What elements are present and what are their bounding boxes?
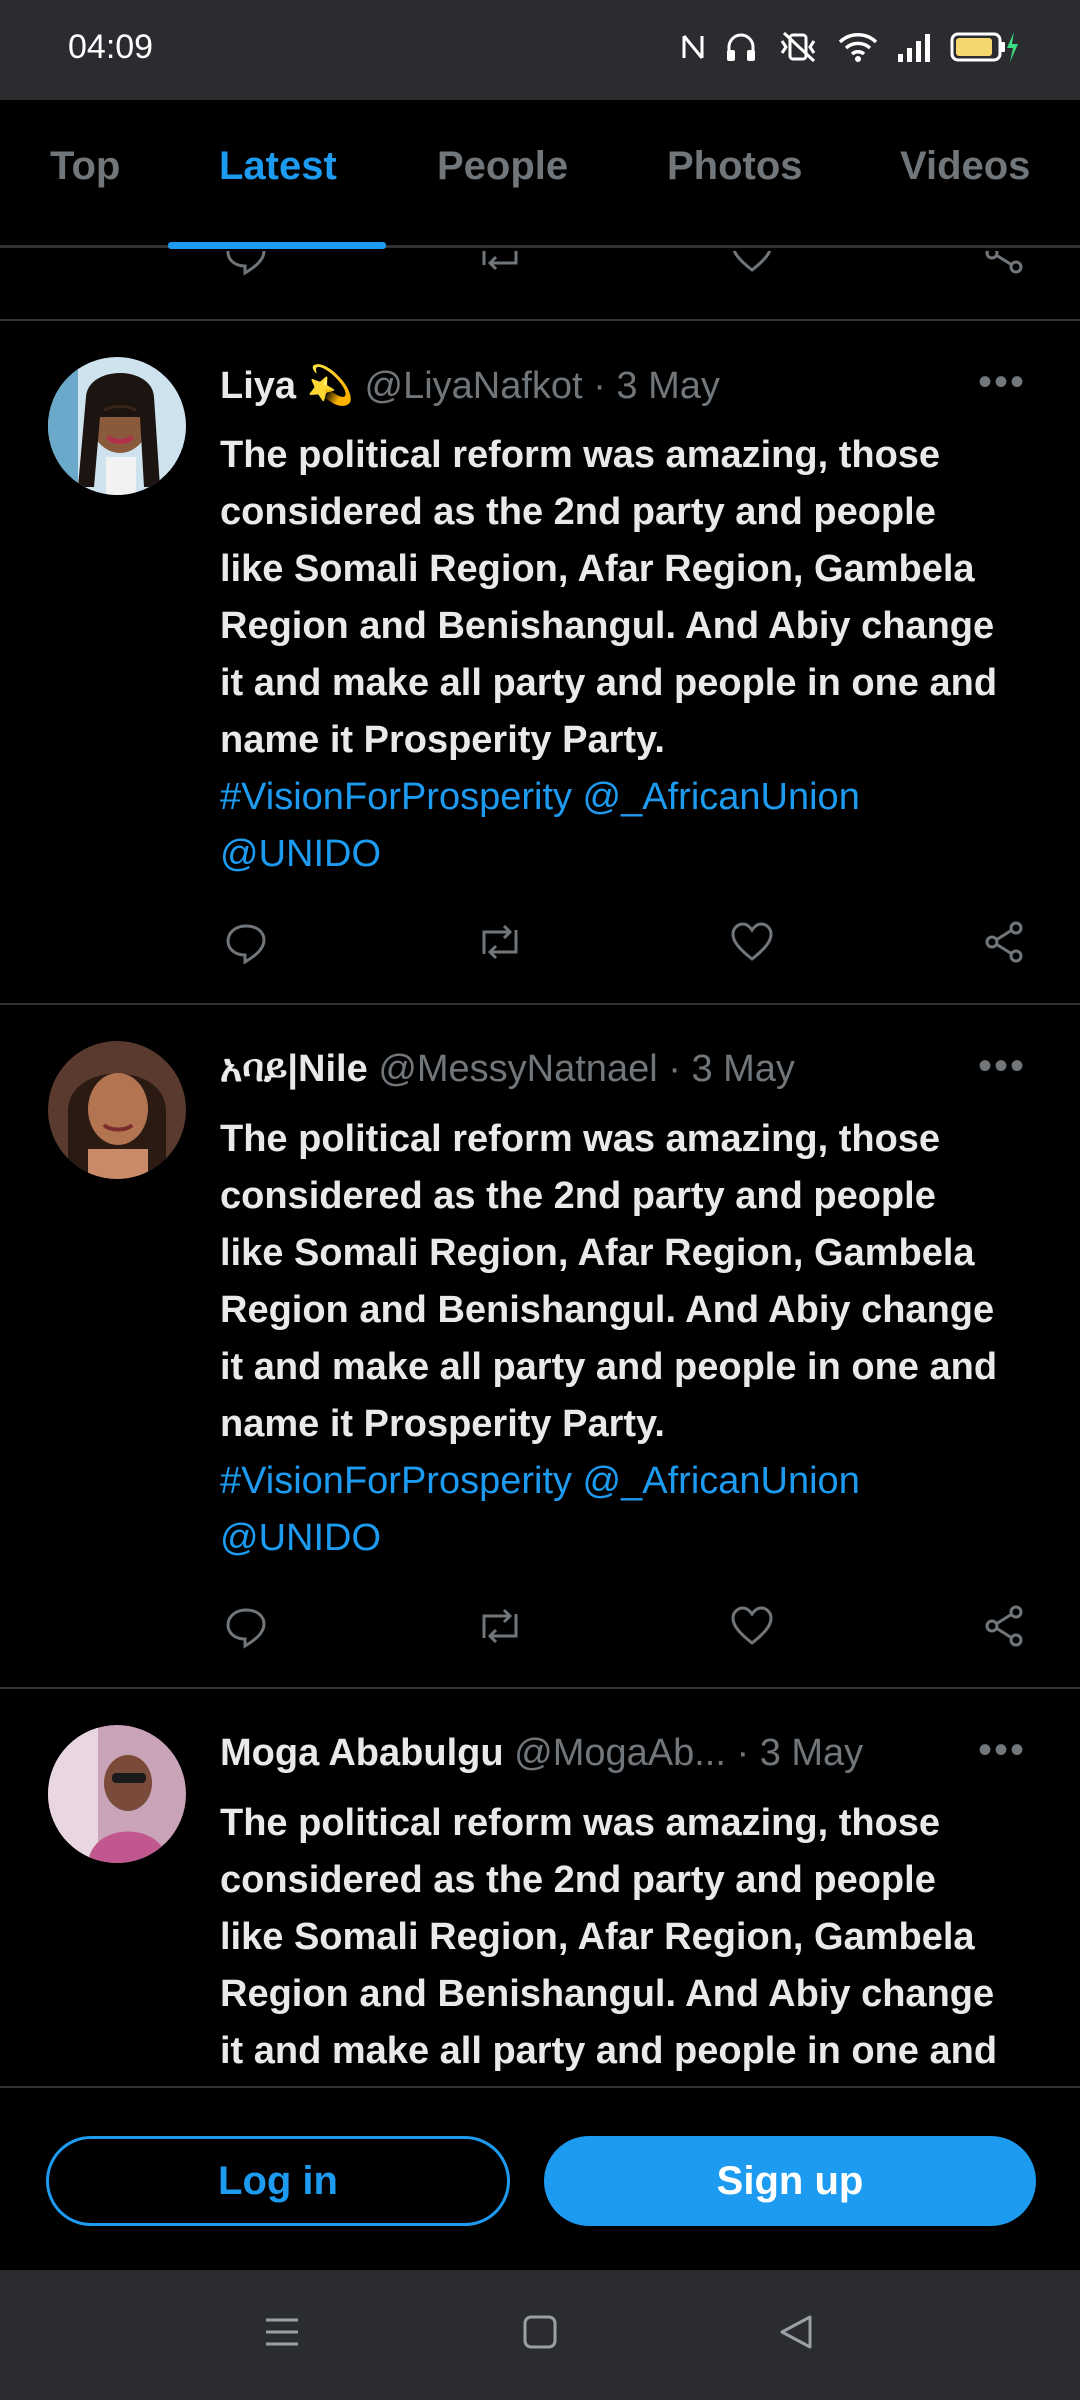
tweet-text-line: Region and Benishangul. And Abiy change	[220, 1973, 995, 2015]
user-handle[interactable]: @LiyaNafkot	[365, 365, 583, 407]
retweet-icon[interactable]	[474, 251, 526, 277]
tweet-text-line: The political reform was amazing, those	[220, 434, 941, 476]
share-icon[interactable]	[980, 251, 1028, 277]
signup-button[interactable]: Sign up	[544, 2136, 1036, 2226]
tweet-text-line: like Somali Region, Afar Region, Gambela	[220, 548, 975, 590]
signal-icon	[898, 34, 930, 62]
hashtag-mention-links[interactable]: #VisionForProsperity @_AfricanUnion	[220, 769, 1040, 826]
tweet-text-line: name it Prosperity Party.	[220, 1403, 665, 1445]
mention-link[interactable]: @UNIDO	[220, 1510, 1040, 1567]
tweet-item[interactable]: Liya 💫 @LiyaNafkot · 3 May ••• The polit…	[0, 324, 1080, 1005]
tweet-text-line: Region and Benishangul. And Abiy change	[220, 605, 995, 647]
tweet-text-line: considered as the 2nd party and people	[220, 1175, 936, 1217]
user-handle[interactable]: @MessyNatnael	[378, 1048, 657, 1090]
tweet-header: አባይ|Nile @MessyNatnael · 3 May	[220, 1048, 795, 1091]
tweet-text-line: it and make all party and people in one …	[220, 2030, 998, 2072]
tweet-text-line: The political reform was amazing, those	[220, 1802, 941, 1844]
tab-top[interactable]: Top	[50, 144, 120, 189]
tab-photos[interactable]: Photos	[667, 144, 803, 189]
more-options-icon[interactable]: •••	[978, 1728, 1026, 1773]
tweet-text: The political reform was amazing, those …	[220, 427, 1040, 883]
tweet-date[interactable]: 3 May	[760, 1732, 863, 1774]
tweet-text-line: like Somali Region, Afar Region, Gambela	[220, 1232, 975, 1274]
tweet-text-line: considered as the 2nd party and people	[220, 1859, 936, 1901]
tweet-feed[interactable]: Liya 💫 @LiyaNafkot · 3 May ••• The polit…	[0, 251, 1080, 2086]
user-name[interactable]: አባይ|Nile	[220, 1048, 368, 1090]
comment-icon[interactable]	[222, 1602, 270, 1650]
tweet-header: Moga Ababulgu @MogaAb... · 3 May	[220, 1732, 863, 1775]
separator-dot: ·	[593, 365, 606, 407]
tweet-text-line: The political reform was amazing, those	[220, 1118, 941, 1160]
user-name[interactable]: Liya	[220, 365, 296, 407]
avatar[interactable]	[48, 357, 186, 495]
tab-videos[interactable]: Videos	[900, 144, 1030, 189]
battery-icon	[950, 32, 1018, 62]
menu-icon[interactable]	[262, 2312, 302, 2352]
user-name[interactable]: Moga Ababulgu	[220, 1732, 504, 1774]
more-options-icon[interactable]: •••	[978, 360, 1026, 405]
auth-footer: Log in Sign up	[0, 2086, 1080, 2270]
wifi-icon	[838, 33, 878, 62]
tweet-text: The political reform was amazing, those …	[220, 1795, 1040, 2080]
tweet-actions	[0, 918, 1080, 978]
tweet-text-line: considered as the 2nd party and people	[220, 491, 936, 533]
user-handle[interactable]: @MogaAb...	[514, 1732, 726, 1774]
tweet-date[interactable]: 3 May	[616, 365, 719, 407]
nfc-icon	[682, 35, 704, 59]
tweet-text-line: name it Prosperity Party.	[220, 719, 665, 761]
login-button[interactable]: Log in	[46, 2136, 510, 2226]
comment-icon[interactable]	[222, 918, 270, 966]
mention-link[interactable]: @UNIDO	[220, 826, 1040, 883]
retweet-icon[interactable]	[474, 918, 526, 966]
avatar[interactable]	[48, 1041, 186, 1179]
retweet-icon[interactable]	[474, 1602, 526, 1650]
tweet-item[interactable]: Moga Ababulgu @MogaAb... · 3 May ••• The…	[0, 1692, 1080, 2086]
previous-tweet-actions	[0, 251, 1080, 321]
status-bar: 04:09	[0, 0, 1080, 100]
tab-people[interactable]: People	[437, 144, 568, 189]
system-nav-bar	[0, 2270, 1080, 2400]
like-icon[interactable]	[728, 918, 776, 966]
tab-latest[interactable]: Latest	[219, 144, 337, 189]
share-icon[interactable]	[980, 1602, 1028, 1650]
separator-dot: ·	[668, 1048, 681, 1090]
tweet-item[interactable]: አባይ|Nile @MessyNatnael · 3 May ••• The p…	[0, 1008, 1080, 1689]
headphones-icon	[727, 33, 755, 61]
status-icons	[680, 30, 1020, 64]
like-icon[interactable]	[728, 251, 776, 277]
tweet-text-line: Region and Benishangul. And Abiy change	[220, 1289, 995, 1331]
tweet-text-line: it and make all party and people in one …	[220, 662, 998, 704]
like-icon[interactable]	[728, 1602, 776, 1650]
avatar[interactable]	[48, 1725, 186, 1863]
hashtag-mention-links[interactable]: #VisionForProsperity @_AfricanUnion	[220, 1453, 1040, 1510]
tweet-actions	[0, 1602, 1080, 1662]
share-icon[interactable]	[980, 918, 1028, 966]
tweet-header: Liya 💫 @LiyaNafkot · 3 May	[220, 364, 720, 408]
home-square-icon[interactable]	[520, 2312, 560, 2352]
more-options-icon[interactable]: •••	[978, 1044, 1026, 1089]
comment-icon[interactable]	[222, 251, 270, 277]
vibrate-off-icon	[780, 31, 816, 63]
tweet-text: The political reform was amazing, those …	[220, 1111, 1040, 1567]
status-time: 04:09	[68, 28, 154, 66]
sparkle-emoji: 💫	[306, 365, 354, 407]
back-triangle-icon[interactable]	[776, 2312, 816, 2352]
separator-dot: ·	[736, 1732, 750, 1774]
active-tab-indicator	[168, 242, 386, 249]
tweet-actions	[0, 251, 1080, 289]
tweet-date[interactable]: 3 May	[691, 1048, 794, 1090]
search-tabs: Top Latest People Photos Videos	[0, 100, 1080, 249]
tweet-text-line: like Somali Region, Afar Region, Gambela	[220, 1916, 975, 1958]
tweet-text-line: it and make all party and people in one …	[220, 1346, 998, 1388]
